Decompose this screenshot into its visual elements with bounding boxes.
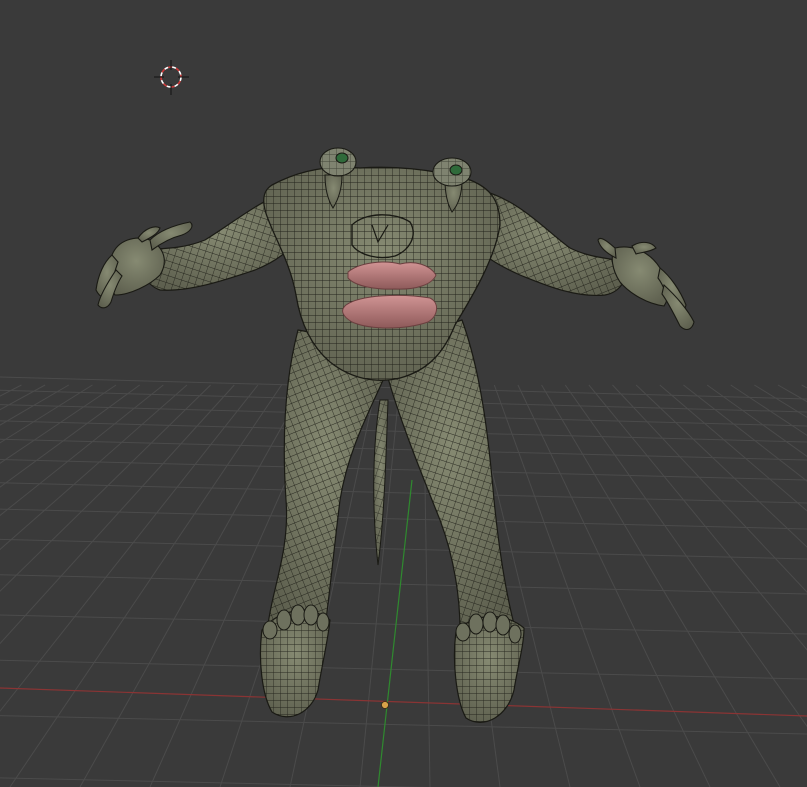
grid-line [659, 384, 807, 512]
grid-line [0, 659, 807, 680]
3d-cursor-icon[interactable] [154, 60, 189, 95]
upper-lip [347, 261, 437, 290]
grid-line [9, 384, 282, 787]
grid-line [0, 384, 70, 426]
grid-line [777, 384, 807, 403]
grid-line [517, 384, 711, 787]
lower-lip [342, 294, 437, 329]
left-eye [335, 152, 349, 164]
grid-line [541, 384, 781, 787]
grid-line [564, 384, 807, 728]
grid-line [612, 384, 807, 593]
grid-line [683, 384, 807, 482]
grid-line [588, 384, 807, 651]
x-axis-line [0, 687, 807, 717]
grid-line [0, 384, 46, 411]
grid-line [0, 777, 429, 787]
grid-line [730, 384, 807, 436]
grid-line [0, 384, 235, 645]
grid-line [0, 614, 807, 635]
grid-line [706, 384, 807, 457]
grid-line [0, 384, 22, 397]
grid-line [635, 384, 807, 548]
grid-line [801, 384, 807, 389]
y-axis-line [377, 479, 413, 787]
grid-line [0, 384, 164, 517]
grid-line [0, 482, 807, 504]
grid-line [0, 438, 807, 461]
grid-line [0, 384, 188, 551]
grid-line [0, 715, 807, 735]
grid-line [79, 384, 306, 787]
floor-grid [0, 376, 807, 787]
grid-line [493, 384, 641, 787]
grid-line [754, 384, 807, 418]
grid-line [0, 384, 93, 444]
right-eye [449, 164, 463, 176]
object-origin-point[interactable] [381, 701, 389, 709]
3d-viewport[interactable] [0, 0, 807, 787]
grid-line [0, 508, 807, 530]
grid-line [0, 574, 807, 595]
